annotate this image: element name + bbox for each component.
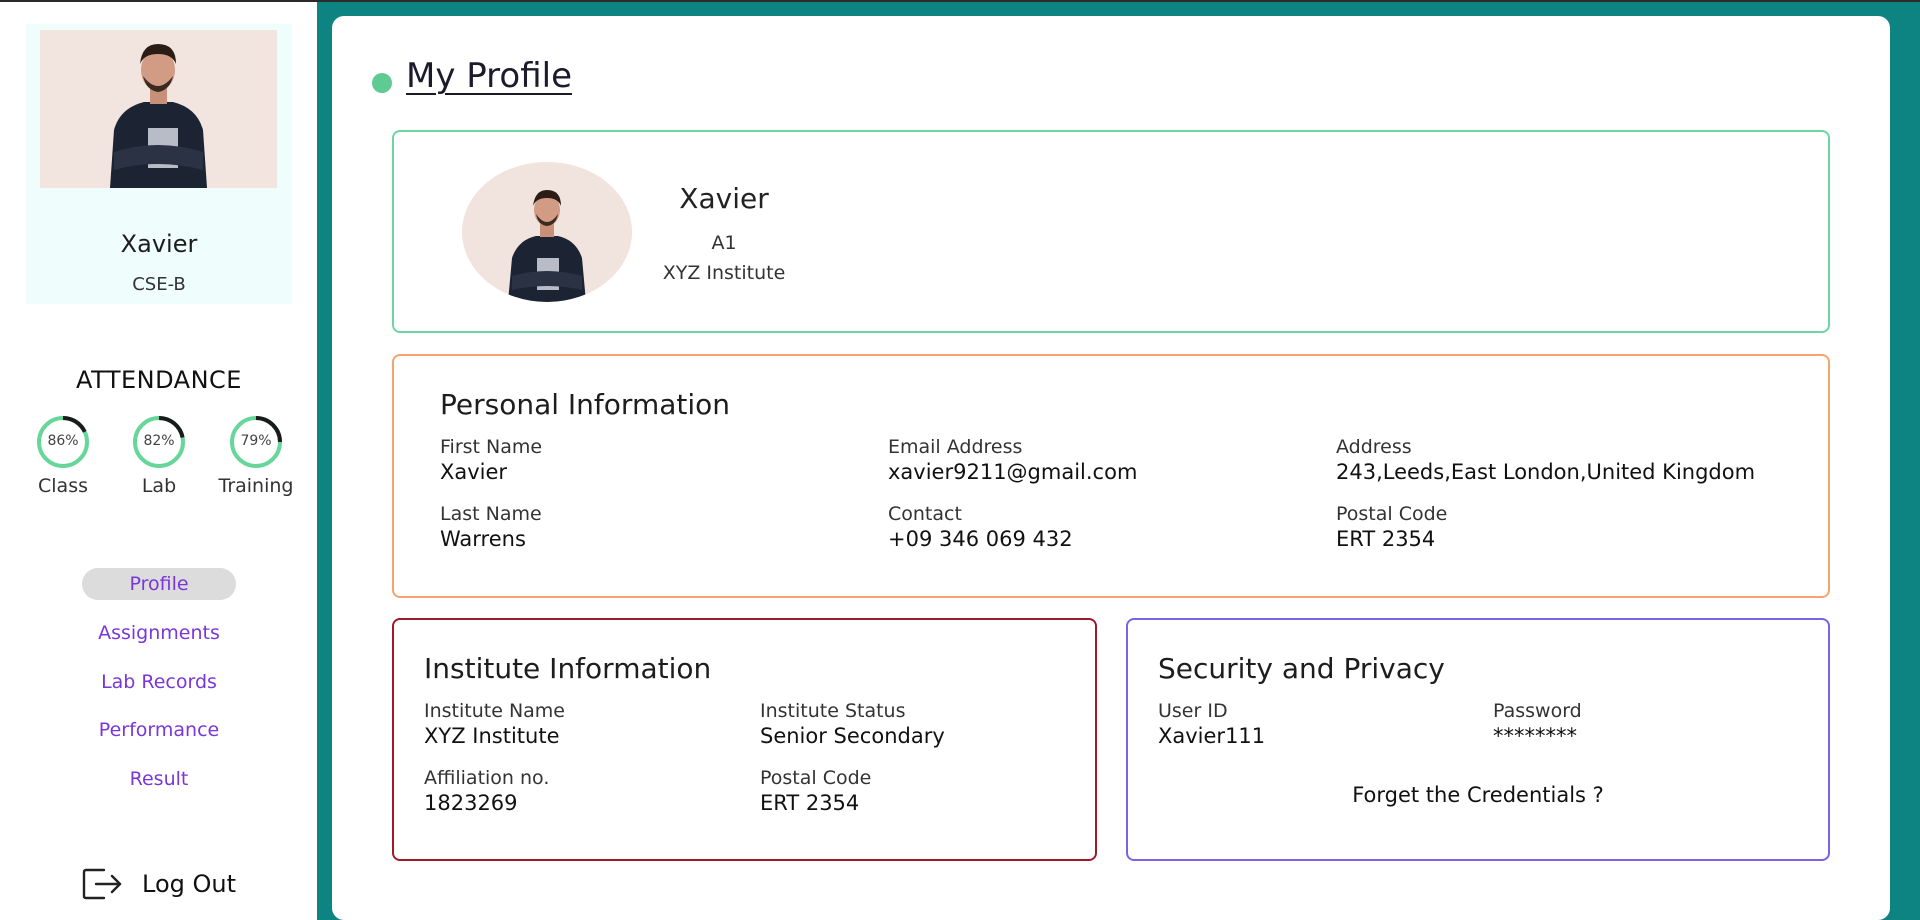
institute-status-value: Senior Secondary bbox=[760, 724, 945, 748]
sidebar-student-name: Xavier bbox=[120, 230, 198, 258]
personal-postal-value: ERT 2354 bbox=[1336, 527, 1436, 551]
personal-postal-label: Postal Code bbox=[1336, 503, 1448, 525]
logout-label: Log Out bbox=[142, 870, 237, 898]
password-value: ******** bbox=[1493, 724, 1577, 748]
email-value: xavier9211@gmail.com bbox=[888, 460, 1138, 484]
nav-item-assignments[interactable]: Assignments bbox=[82, 617, 236, 649]
logout-button[interactable]: Log Out bbox=[82, 864, 236, 904]
attendance-class-label: Class bbox=[38, 475, 88, 497]
personal-information-title: Personal Information bbox=[440, 388, 731, 421]
affiliation-label: Affiliation no. bbox=[424, 767, 550, 789]
user-id-value: Xavier111 bbox=[1158, 724, 1266, 748]
profile-header-name: Xavier bbox=[679, 182, 769, 215]
first-name-value: Xavier bbox=[440, 460, 508, 484]
institute-status-label: Institute Status bbox=[760, 700, 906, 722]
contact-field: Contact +09 346 069 432 bbox=[888, 503, 1073, 551]
forget-credentials-link[interactable]: Forget the Credentials ? bbox=[1128, 783, 1828, 807]
contact-value: +09 346 069 432 bbox=[888, 527, 1073, 551]
institute-name-field: Institute Name XYZ Institute bbox=[424, 700, 565, 748]
affiliation-value: 1823269 bbox=[424, 791, 518, 815]
profile-header-card: Xavier A1 XYZ Institute bbox=[392, 130, 1830, 333]
attendance-lab-label: Lab bbox=[141, 475, 177, 497]
institute-information-card: Institute Information Institute Name XYZ… bbox=[392, 618, 1097, 861]
profile-avatar bbox=[462, 162, 632, 302]
first-name-field: First Name Xavier bbox=[440, 436, 542, 484]
attendance-lab-percent: 82% bbox=[143, 433, 175, 449]
address-label: Address bbox=[1336, 436, 1412, 458]
personal-postal-field: Postal Code ERT 2354 bbox=[1336, 503, 1447, 551]
email-label: Email Address bbox=[888, 436, 1023, 458]
security-privacy-card: Security and Privacy User ID Xavier111 P… bbox=[1126, 618, 1830, 861]
last-name-field: Last Name Warrens bbox=[440, 503, 542, 551]
last-name-label: Last Name bbox=[440, 503, 542, 525]
logout-arrow-icon bbox=[82, 868, 122, 900]
first-name-label: First Name bbox=[440, 436, 543, 458]
attendance-class-percent: 86% bbox=[47, 433, 79, 449]
attendance-training: 79% Training bbox=[201, 415, 311, 497]
attendance-lab: 82% Lab bbox=[104, 415, 214, 497]
address-field: Address 243,Leeds,East London,United Kin… bbox=[1336, 436, 1755, 484]
page-title: My Profile bbox=[406, 56, 572, 96]
institute-status-field: Institute Status Senior Secondary bbox=[760, 700, 945, 748]
institute-name-label: Institute Name bbox=[424, 700, 565, 722]
password-label: Password bbox=[1493, 700, 1582, 722]
sidebar-student-section: CSE-B bbox=[132, 274, 186, 295]
attendance-training-label: Training bbox=[218, 475, 294, 497]
user-id-label: User ID bbox=[1158, 700, 1228, 722]
nav-item-lab-records[interactable]: Lab Records bbox=[82, 666, 236, 698]
security-privacy-title: Security and Privacy bbox=[1158, 652, 1445, 685]
nav-item-result[interactable]: Result bbox=[82, 763, 236, 795]
institute-postal-field: Postal Code ERT 2354 bbox=[760, 767, 871, 815]
sidebar-profile-card: Xavier CSE-B bbox=[26, 24, 292, 304]
email-field: Email Address xavier9211@gmail.com bbox=[888, 436, 1137, 484]
user-id-field: User ID Xavier111 bbox=[1158, 700, 1265, 748]
institute-postal-label: Postal Code bbox=[760, 767, 872, 789]
attendance-class: 86% Class bbox=[8, 415, 118, 497]
green-dot-icon bbox=[372, 73, 392, 93]
nav-item-profile[interactable]: Profile bbox=[82, 568, 236, 600]
attendance-title: ATTENDANCE bbox=[76, 366, 242, 394]
sidebar-profile-photo bbox=[40, 30, 277, 188]
password-field: Password ******** bbox=[1493, 700, 1582, 748]
institute-postal-value: ERT 2354 bbox=[760, 791, 860, 815]
address-value: 243,Leeds,East London,United Kingdom bbox=[1336, 460, 1756, 484]
last-name-value: Warrens bbox=[440, 527, 526, 551]
personal-information-card: Personal Information First Name Xavier L… bbox=[392, 354, 1830, 598]
contact-label: Contact bbox=[888, 503, 962, 525]
profile-header-institute: XYZ Institute bbox=[662, 262, 786, 284]
attendance-training-percent: 79% bbox=[240, 433, 272, 449]
institute-name-value: XYZ Institute bbox=[424, 724, 560, 748]
affiliation-field: Affiliation no. 1823269 bbox=[424, 767, 549, 815]
nav-item-performance[interactable]: Performance bbox=[82, 714, 236, 746]
sidebar: Xavier CSE-B ATTENDANCE 86% Class 82% La… bbox=[0, 2, 317, 920]
institute-information-title: Institute Information bbox=[424, 652, 712, 685]
profile-header-section: A1 bbox=[711, 232, 737, 254]
